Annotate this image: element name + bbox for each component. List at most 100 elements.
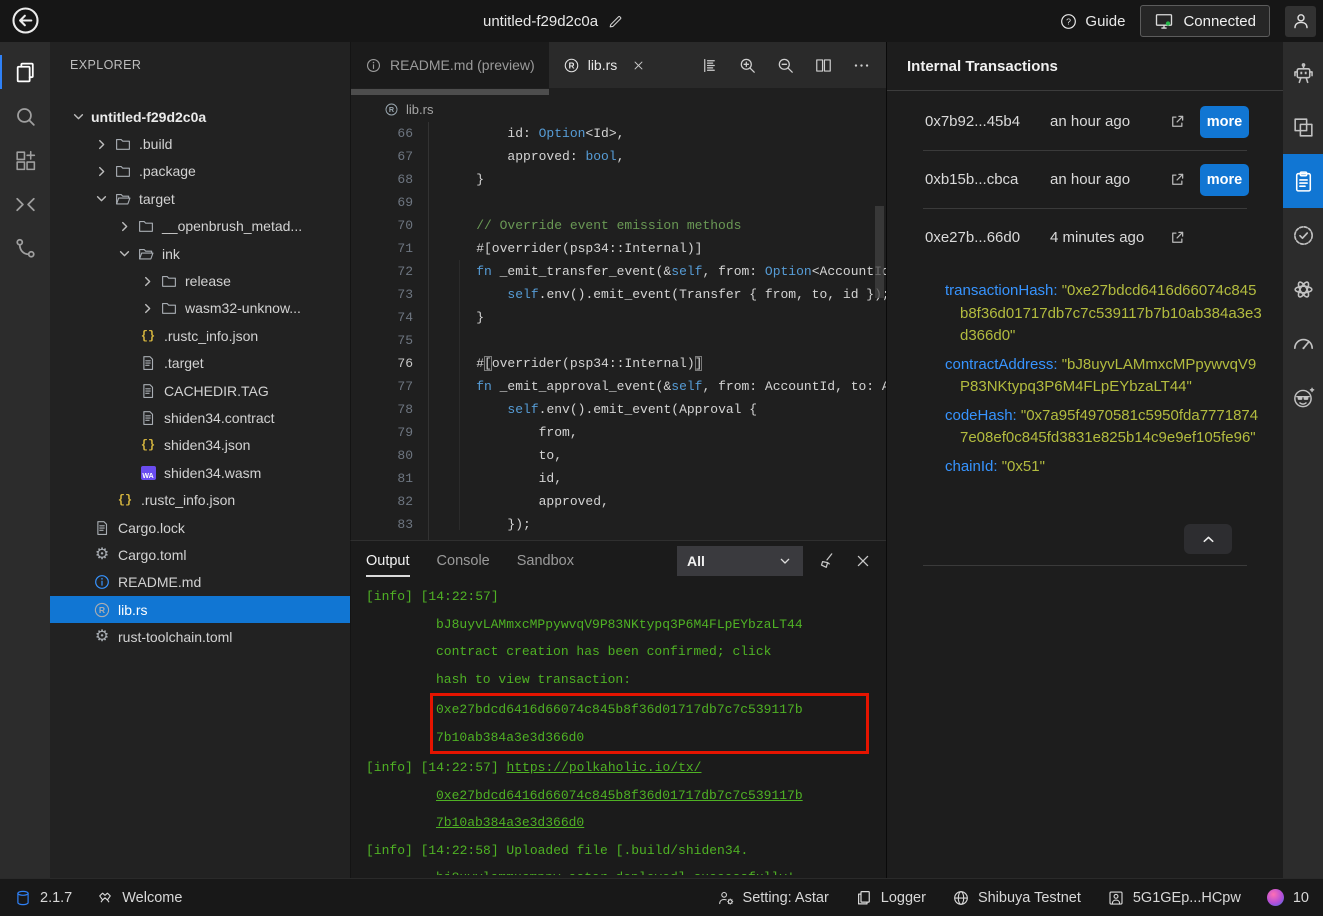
tree-item-shiden34-json[interactable]: {}shiden34.json: [50, 432, 350, 459]
right-activity-item-frames[interactable]: [1283, 100, 1323, 154]
chevron-right-icon[interactable]: [139, 300, 156, 317]
svg-text:?: ?: [1066, 16, 1071, 26]
clear-log-broom-icon[interactable]: [818, 551, 838, 571]
activity-item-extensions[interactable]: [0, 138, 50, 182]
chevron-down-icon[interactable]: [93, 190, 110, 207]
zoom-out-icon[interactable]: [776, 56, 795, 75]
tree-item-release[interactable]: release: [50, 267, 350, 294]
activity-item-search[interactable]: [0, 94, 50, 138]
more-button[interactable]: more: [1200, 164, 1249, 196]
tab-lib-rs[interactable]: Rlib.rs: [549, 42, 661, 88]
status-item-10[interactable]: 10: [1267, 889, 1309, 907]
tree-item--build[interactable]: .build: [50, 130, 350, 157]
detail-key: codeHash:: [945, 407, 1021, 424]
log-link[interactable]: 0xe27bdcd6416d66074c845b8f36d01717db7c7c…: [436, 788, 803, 803]
tree-item-ink[interactable]: ink: [50, 240, 350, 267]
tree-item-untitled-f29d2c0a[interactable]: untitled-f29d2c0a: [50, 103, 350, 130]
close-panel-icon[interactable]: [853, 551, 873, 571]
tree-item--target[interactable]: .target: [50, 350, 350, 377]
status-item-2-1-7[interactable]: 2.1.7: [14, 889, 72, 907]
zoom-in-icon[interactable]: [738, 56, 757, 75]
external-link-icon[interactable]: [1168, 228, 1187, 247]
tree-item--package[interactable]: .package: [50, 158, 350, 185]
right-activity-item-gauge[interactable]: [1283, 316, 1323, 370]
split-editor-icon[interactable]: [814, 56, 833, 75]
log-link[interactable]: 7b10ab384a3e3d366d0: [436, 815, 584, 830]
activity-item-collapse[interactable]: [0, 182, 50, 226]
transaction-hash[interactable]: 0xe27b...66d0: [925, 229, 1050, 246]
tab-scrollbar: [351, 88, 886, 96]
right-activity-item-swanky[interactable]: [1283, 370, 1323, 424]
tree-item-shiden34-contract[interactable]: shiden34.contract: [50, 404, 350, 431]
chevron-right-icon[interactable]: [139, 273, 156, 290]
activity-item-source-control[interactable]: [0, 226, 50, 270]
swanky-icon: [1291, 385, 1316, 410]
rust-icon: R: [93, 601, 111, 619]
close-icon[interactable]: [631, 58, 646, 73]
editor-scrollbar-thumb[interactable]: [875, 206, 884, 298]
outline-icon[interactable]: [700, 56, 719, 75]
breadcrumb[interactable]: R lib.rs: [351, 96, 886, 122]
avatar[interactable]: [1285, 6, 1316, 37]
chevron-right-icon[interactable]: [93, 163, 110, 180]
log-line: [info] [14:22:57] https://polkaholic.io/…: [366, 754, 886, 782]
chevron-down-icon[interactable]: [70, 108, 87, 125]
code-line: 71 #[overrider(psp34::Internal)]: [351, 237, 886, 260]
log-filter-dropdown[interactable]: All: [677, 546, 803, 576]
right-activity-item-clipboard[interactable]: [1283, 154, 1323, 208]
tab-scrollbar-thumb[interactable]: [351, 89, 549, 95]
external-link-icon[interactable]: [1168, 170, 1187, 189]
tree-item--rustc-info-json[interactable]: {}.rustc_info.json: [50, 322, 350, 349]
tree-item-cachedir-tag[interactable]: CACHEDIR.TAG: [50, 377, 350, 404]
output-tab-sandbox[interactable]: Sandbox: [517, 541, 574, 581]
connected-button[interactable]: Connected: [1140, 5, 1270, 37]
tree-item-wasm32-unknow-[interactable]: wasm32-unknow...: [50, 295, 350, 322]
tree-item-shiden34-wasm[interactable]: WAshiden34.wasm: [50, 459, 350, 486]
tree-item-label: target: [139, 191, 175, 207]
back-button[interactable]: [10, 5, 41, 36]
activity-item-files[interactable]: [0, 50, 50, 94]
guide-button[interactable]: ? Guide: [1059, 12, 1125, 31]
log-line[interactable]: 0xe27bdcd6416d66074c845b8f36d01717db7c7c…: [366, 782, 886, 810]
tab-readme-md-preview-[interactable]: README.md (preview): [351, 42, 549, 88]
tree-item--openbrush-metad-[interactable]: __openbrush_metad...: [50, 213, 350, 240]
output-tab-console[interactable]: Console: [437, 541, 490, 581]
tree-item-rust-toolchain-toml[interactable]: ⚙rust-toolchain.toml: [50, 623, 350, 650]
status-item-setting-astar[interactable]: Setting: Astar: [717, 889, 829, 907]
transaction-row[interactable]: 0xe27b...66d04 minutes ago: [887, 209, 1283, 266]
status-item-5g1gep-hcpw[interactable]: 5G1GEp...HCpw: [1107, 889, 1241, 907]
output-tab-output[interactable]: Output: [366, 541, 410, 581]
log-line: 7b10ab384a3e3d366d0: [436, 724, 866, 752]
log-line[interactable]: 7b10ab384a3e3d366d0: [366, 809, 886, 837]
edit-title-pencil-icon[interactable]: [607, 13, 624, 30]
chevron-right-icon[interactable]: [93, 136, 110, 153]
status-item-logger[interactable]: Logger: [855, 889, 926, 907]
code-text: from,: [430, 421, 578, 444]
chevron-right-icon[interactable]: [116, 218, 133, 235]
chevron-down-icon[interactable]: [116, 245, 133, 262]
tree-item--rustc-info-json[interactable]: {}.rustc_info.json: [50, 486, 350, 513]
status-item-welcome[interactable]: Welcome: [96, 889, 182, 907]
transaction-hash[interactable]: 0xb15b...cbca: [925, 171, 1050, 188]
globe-icon: [952, 889, 970, 907]
tree-item-lib-rs[interactable]: Rlib.rs: [50, 596, 350, 623]
tree-item-target[interactable]: target: [50, 185, 350, 212]
collapse-detail-button[interactable]: [1184, 524, 1232, 554]
more-button[interactable]: more: [1200, 106, 1249, 138]
log-link[interactable]: https://polkaholic.io/tx/: [506, 760, 701, 775]
right-activity-item-robot[interactable]: [1283, 46, 1323, 100]
tree-item-readme-md[interactable]: README.md: [50, 569, 350, 596]
right-activity-item-badge-check[interactable]: [1283, 208, 1323, 262]
transaction-row[interactable]: 0x7b92...45b4an hour agomore: [887, 93, 1283, 150]
external-link-icon[interactable]: [1168, 112, 1187, 131]
transaction-hash[interactable]: 0x7b92...45b4: [925, 113, 1050, 130]
code-editor[interactable]: 66 id: Option<Id>,67 approved: bool,68 }…: [351, 122, 886, 540]
transaction-row[interactable]: 0xb15b...cbcaan hour agomore: [887, 151, 1283, 208]
highlighted-tx-hash[interactable]: 0xe27bdcd6416d66074c845b8f36d01717db7c7c…: [430, 693, 869, 754]
status-item-shibuya-testnet[interactable]: Shibuya Testnet: [952, 889, 1081, 907]
tree-item-cargo-toml[interactable]: ⚙Cargo.toml: [50, 541, 350, 568]
ellipsis-icon[interactable]: [852, 56, 871, 75]
tree-item-cargo-lock[interactable]: Cargo.lock: [50, 514, 350, 541]
files-icon: [13, 60, 38, 85]
right-activity-item-openai[interactable]: [1283, 262, 1323, 316]
